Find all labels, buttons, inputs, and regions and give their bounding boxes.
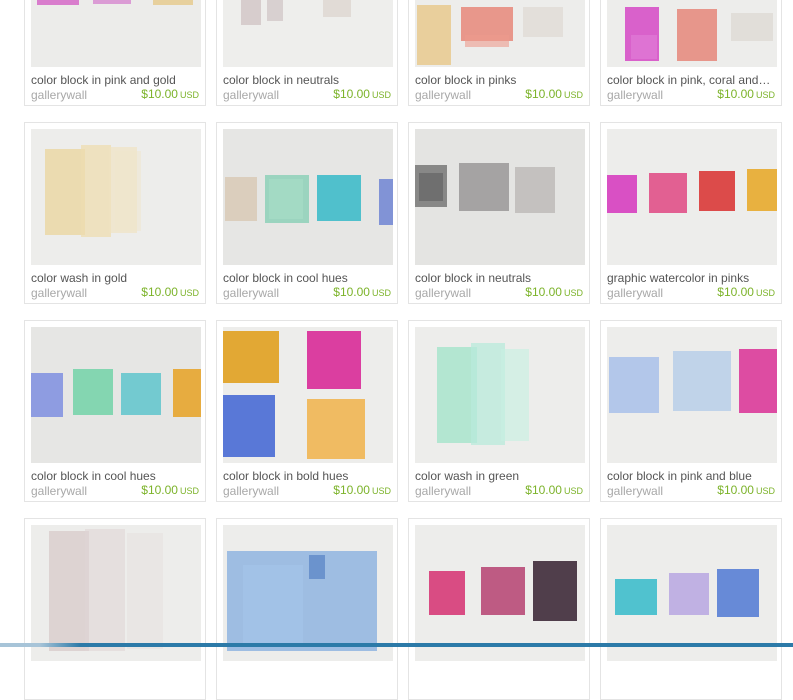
listing-thumbnail[interactable] [415,327,585,463]
shop-name[interactable]: gallerywall [31,286,87,300]
listing-title[interactable]: graphic watercolor in pinks [607,271,777,285]
listing-card[interactable] [408,518,590,700]
listing-thumbnail[interactable] [607,0,777,67]
shop-name[interactable]: gallerywall [31,484,87,498]
listing-card[interactable]: color block in cool hues gallerywall $10… [216,122,398,304]
listing-thumbnail[interactable] [415,525,585,661]
listing-price: $10.00 USD [525,285,583,300]
listing-title[interactable]: color block in bold hues [223,469,393,483]
listing-price: $10.00 USD [525,483,583,498]
listing-thumbnail[interactable] [31,327,201,463]
listing-card[interactable]: color block in pink, coral and… galleryw… [600,0,782,106]
listing-card[interactable]: color block in pinks gallerywall $10.00 U… [408,0,590,106]
listing-thumbnail[interactable] [607,129,777,265]
listing-thumbnail[interactable] [223,0,393,67]
price-currency: USD [755,486,775,496]
shop-name[interactable]: gallerywall [607,88,663,102]
shop-name[interactable]: gallerywall [223,286,279,300]
price-amount: $10.00 [525,285,562,299]
listing-title[interactable]: color block in cool hues [31,469,201,483]
price-currency: USD [563,288,583,298]
shop-name[interactable]: gallerywall [31,88,87,102]
shop-name[interactable]: gallerywall [223,88,279,102]
listing-thumbnail[interactable] [31,0,201,67]
listing-thumbnail[interactable] [31,525,201,661]
listing-card[interactable]: color block in neutrals gallerywall $10.… [408,122,590,304]
listing-price: $10.00 USD [333,87,391,102]
listing-card[interactable]: color block in bold hues gallerywall $10… [216,320,398,502]
price-currency: USD [179,288,199,298]
listing-grid: color block in pink and gold gallerywall… [0,0,793,700]
listing-card[interactable]: color block in pink and blue gallerywall… [600,320,782,502]
price-amount: $10.00 [141,483,178,497]
bottom-accent-bar [0,643,793,647]
listing-price: $10.00 USD [717,483,775,498]
price-amount: $10.00 [525,483,562,497]
listing-title[interactable]: color wash in gold [31,271,201,285]
listing-card[interactable]: color block in cool hues gallerywall $10… [24,320,206,502]
price-currency: USD [371,288,391,298]
listing-title[interactable]: color block in neutrals [415,271,585,285]
shop-name[interactable]: gallerywall [607,484,663,498]
price-amount: $10.00 [717,87,754,101]
listing-price: $10.00 USD [717,87,775,102]
price-currency: USD [179,486,199,496]
listing-price: $10.00 USD [141,87,199,102]
price-amount: $10.00 [717,285,754,299]
listing-card[interactable]: color wash in green gallerywall $10.00 US… [408,320,590,502]
shop-name[interactable]: gallerywall [415,286,471,300]
listing-thumbnail[interactable] [415,0,585,67]
shop-name[interactable]: gallerywall [415,484,471,498]
price-amount: $10.00 [333,483,370,497]
listing-card[interactable] [600,518,782,700]
price-currency: USD [755,288,775,298]
price-currency: USD [371,90,391,100]
listing-title[interactable]: color block in pink and gold [31,73,201,87]
listing-price: $10.00 USD [333,285,391,300]
listing-title[interactable]: color block in cool hues [223,271,393,285]
listing-thumbnail[interactable] [607,525,777,661]
listing-card[interactable]: color block in neutrals gallerywall $10.… [216,0,398,106]
listing-card[interactable] [24,518,206,700]
listing-title[interactable]: color block in pink, coral and… [607,73,777,87]
price-amount: $10.00 [525,87,562,101]
listing-card[interactable]: graphic watercolor in pinks gallerywall … [600,122,782,304]
price-currency: USD [755,90,775,100]
listing-thumbnail[interactable] [223,129,393,265]
shop-name[interactable]: gallerywall [415,88,471,102]
price-currency: USD [563,90,583,100]
listing-card[interactable] [216,518,398,700]
listing-title[interactable]: color block in pinks [415,73,585,87]
price-amount: $10.00 [333,285,370,299]
listing-title[interactable]: color wash in green [415,469,585,483]
listing-thumbnail[interactable] [223,525,393,661]
listing-price: $10.00 USD [141,285,199,300]
listing-card[interactable]: color wash in gold gallerywall $10.00 USD [24,122,206,304]
price-currency: USD [371,486,391,496]
price-currency: USD [563,486,583,496]
listing-thumbnail[interactable] [223,327,393,463]
listing-price: $10.00 USD [333,483,391,498]
price-amount: $10.00 [717,483,754,497]
listing-thumbnail[interactable] [415,129,585,265]
shop-name[interactable]: gallerywall [223,484,279,498]
price-amount: $10.00 [141,87,178,101]
listing-price: $10.00 USD [525,87,583,102]
shop-name[interactable]: gallerywall [607,286,663,300]
price-amount: $10.00 [333,87,370,101]
listing-price: $10.00 USD [717,285,775,300]
listing-price: $10.00 USD [141,483,199,498]
price-currency: USD [179,90,199,100]
listing-title[interactable]: color block in pink and blue [607,469,777,483]
listing-thumbnail[interactable] [607,327,777,463]
price-amount: $10.00 [141,285,178,299]
listing-thumbnail[interactable] [31,129,201,265]
listing-title[interactable]: color block in neutrals [223,73,393,87]
listing-card[interactable]: color block in pink and gold gallerywall… [24,0,206,106]
